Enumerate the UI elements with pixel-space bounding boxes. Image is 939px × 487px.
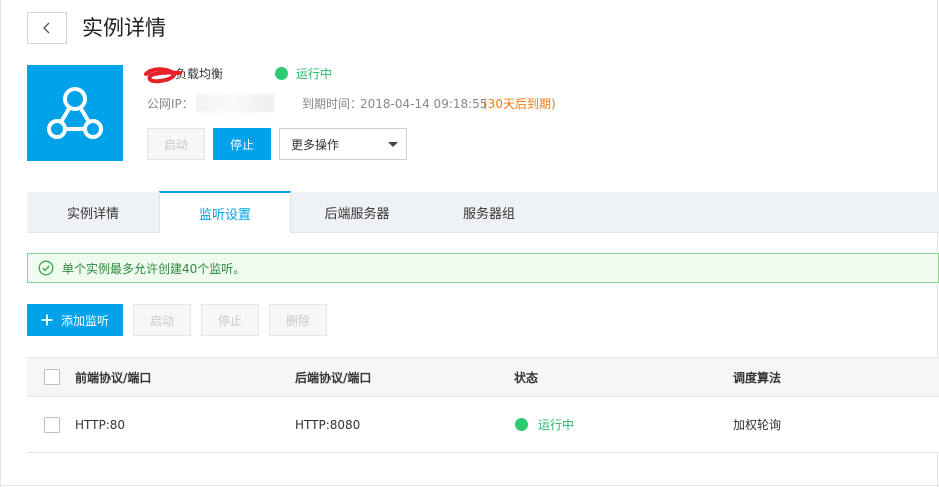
expire-warning: (30天后到期) [483,97,556,111]
column-backend: 后端协议/端口 [295,371,372,385]
redaction-mark [144,67,182,84]
back-button[interactable] [27,12,67,44]
row-status-dot [515,418,528,431]
cell-algorithm: 加权轮询 [733,418,782,432]
cell-backend: HTTP:8080 [295,418,361,432]
row-checkbox[interactable] [44,417,60,433]
cell-status: 运行中 [538,418,575,432]
cell-frontend: HTTP:80 [75,418,126,432]
listener-start-button[interactable]: 启动 [133,304,191,336]
status-dot [275,67,288,80]
tab-bar: 实例详情 监听设置 后端服务器 服务器组 [27,191,939,233]
tab-backend-servers[interactable]: 后端服务器 [291,192,423,233]
caret-down-icon [388,142,398,147]
listener-delete-button[interactable]: 删除 [269,304,327,336]
tab-listener-settings[interactable]: 监听设置 [159,191,291,233]
load-balancer-icon [27,65,123,161]
column-frontend: 前端协议/端口 [75,371,152,385]
notice-text: 单个实例最多允许创建40个监听。 [62,261,246,276]
add-listener-label: 添加监听 [60,313,109,328]
frame-left-border [0,0,1,487]
tab-instance-detail[interactable]: 实例详情 [27,192,159,233]
frame-bottom-border [0,485,939,486]
column-algorithm: 调度算法 [733,371,782,385]
instance-stop-button[interactable]: 停止 [213,128,271,160]
listener-stop-button[interactable]: 停止 [201,304,259,336]
chevron-left-icon [43,22,50,34]
tab-server-groups[interactable]: 服务器组 [423,192,555,233]
more-actions-select[interactable]: 更多操作 [279,128,407,160]
add-listener-button[interactable]: 添加监听 [27,304,123,336]
expire-value: 2018-04-14 09:18:55 [360,97,488,111]
notice-banner: 单个实例最多允许创建40个监听。 [27,253,939,283]
public-ip-label: 公网IP： [147,97,194,111]
table-row: HTTP:80 HTTP:8080 运行中 加权轮询 [27,397,939,453]
select-all-checkbox[interactable] [44,369,60,385]
instance-start-button[interactable]: 启动 [147,128,205,160]
more-actions-label: 更多操作 [291,137,340,152]
page-title: 实例详情 [82,16,166,40]
expire-label: 到期时间： [302,97,363,111]
public-ip-redacted [196,94,274,112]
check-circle-icon [38,260,54,276]
plus-icon [41,314,53,326]
column-status: 状态 [514,371,539,385]
instance-status: 运行中 [296,67,333,81]
table-header: 前端协议/端口 后端协议/端口 状态 调度算法 [27,357,939,397]
